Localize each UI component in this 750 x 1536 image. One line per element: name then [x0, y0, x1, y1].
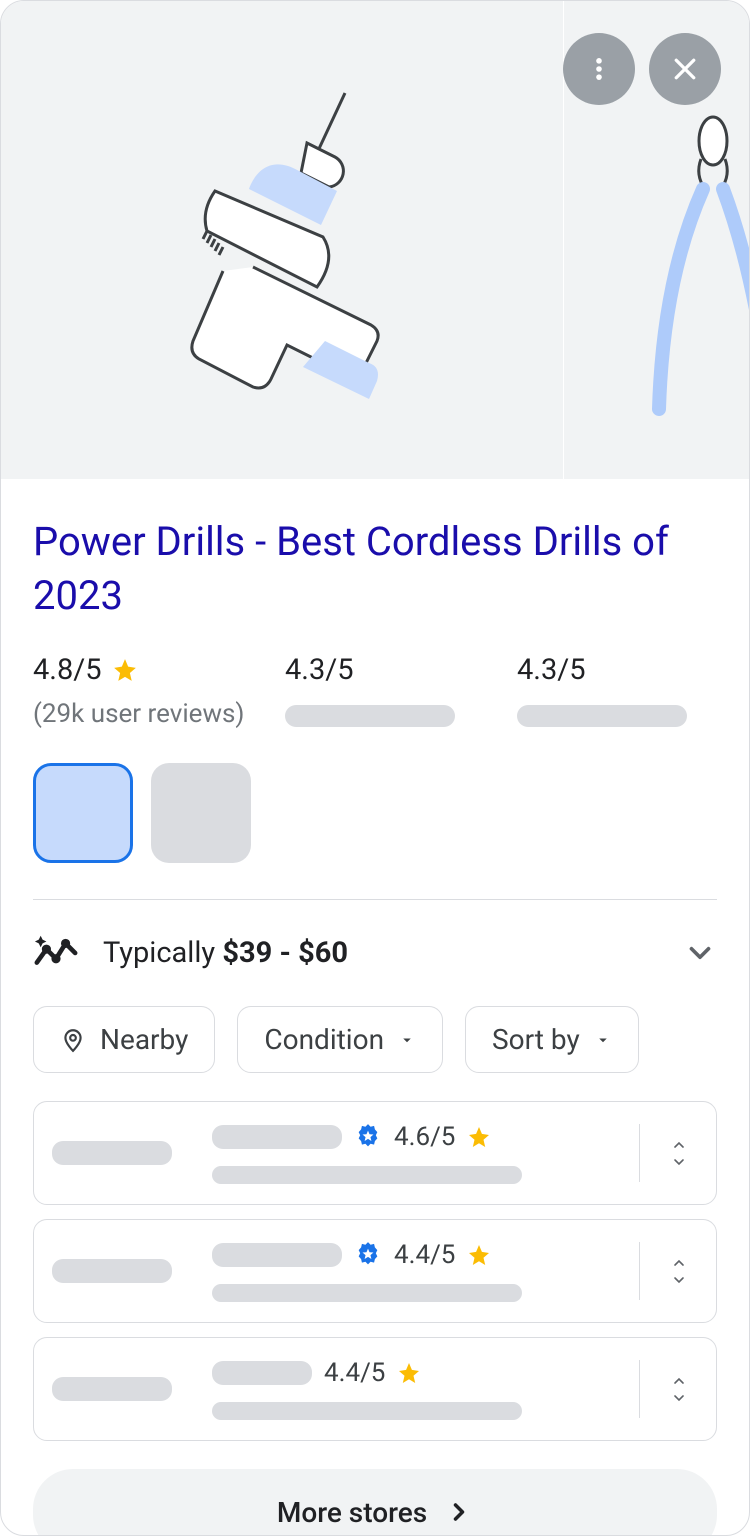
- typical-price-row[interactable]: Typically $39 - $60: [33, 930, 717, 976]
- image-carousel: [1, 1, 749, 479]
- star-icon: [467, 1243, 491, 1267]
- placeholder-bar: [52, 1377, 172, 1401]
- reorder-handle[interactable]: [660, 1373, 698, 1406]
- typical-price-text: Typically $39 - $60: [103, 936, 659, 970]
- rating-tertiary[interactable]: 4.3/5: [485, 649, 717, 731]
- chevron-up-icon: [666, 1255, 692, 1271]
- placeholder-bar: [285, 705, 455, 727]
- verified-badge-icon: [354, 1241, 382, 1269]
- store-row[interactable]: 4.6/5: [33, 1101, 717, 1205]
- placeholder-bar: [212, 1284, 522, 1302]
- placeholder-bar: [212, 1125, 342, 1149]
- chevron-down-icon: [666, 1272, 692, 1288]
- star-icon: [467, 1125, 491, 1149]
- chevron-down-icon: [683, 936, 717, 970]
- swatch-grey[interactable]: [151, 763, 251, 863]
- chevron-up-icon: [666, 1373, 692, 1389]
- divider: [639, 1124, 640, 1182]
- store-rating: 4.4/5: [324, 1358, 385, 1388]
- chevron-down-icon: [666, 1154, 692, 1170]
- reorder-handle[interactable]: [660, 1137, 698, 1170]
- chip-label: Sort by: [492, 1023, 580, 1056]
- more-vert-icon: [585, 55, 613, 83]
- store-list: 4.6/5 4.4/5: [33, 1101, 717, 1441]
- drill-icon: [149, 81, 409, 411]
- swatch-blue[interactable]: [33, 763, 133, 863]
- chip-label: Condition: [264, 1023, 384, 1056]
- product-panel: Power Drills - Best Cordless Drills of 2…: [0, 0, 750, 1536]
- chevron-right-icon: [445, 1498, 473, 1526]
- chip-nearby[interactable]: Nearby: [33, 1006, 215, 1073]
- filter-chips: Nearby Condition Sort by: [33, 1006, 717, 1073]
- ratings-row: 4.8/5 (29k user reviews) 4.3/5 4.3/5: [33, 649, 717, 733]
- more-stores-button[interactable]: More stores: [33, 1469, 717, 1536]
- caret-down-icon: [398, 1031, 416, 1049]
- chevron-up-icon: [666, 1137, 692, 1153]
- placeholder-bar: [212, 1166, 522, 1184]
- more-stores-label: More stores: [277, 1496, 427, 1529]
- pin-icon: [60, 1027, 86, 1053]
- verified-badge-icon: [354, 1123, 382, 1151]
- close-button[interactable]: [649, 33, 721, 105]
- rating-secondary[interactable]: 4.3/5: [253, 649, 485, 731]
- rating-score: 4.8/5: [33, 653, 102, 687]
- rating-score: 4.3/5: [285, 653, 354, 687]
- store-row[interactable]: 4.4/5: [33, 1337, 717, 1441]
- variant-swatches: [33, 763, 717, 863]
- star-icon: [397, 1361, 421, 1385]
- sparkle-trend-icon: [33, 930, 79, 976]
- pliers-icon: [629, 111, 750, 441]
- divider: [33, 899, 717, 900]
- more-options-button[interactable]: [563, 33, 635, 105]
- placeholder-bar: [52, 1141, 172, 1165]
- placeholder-bar: [52, 1259, 172, 1283]
- placeholder-bar: [212, 1402, 522, 1420]
- placeholder-bar: [517, 705, 687, 727]
- placeholder-bar: [212, 1361, 312, 1385]
- chevron-down-icon: [666, 1390, 692, 1406]
- store-rating: 4.4/5: [394, 1240, 455, 1270]
- chip-sort[interactable]: Sort by: [465, 1006, 639, 1073]
- rating-reviews: (29k user reviews): [33, 699, 253, 729]
- divider: [639, 1242, 640, 1300]
- rating-score: 4.3/5: [517, 653, 586, 687]
- placeholder-bar: [212, 1243, 342, 1267]
- caret-down-icon: [594, 1031, 612, 1049]
- chip-condition[interactable]: Condition: [237, 1006, 443, 1073]
- chip-label: Nearby: [100, 1023, 188, 1056]
- store-rating: 4.6/5: [394, 1122, 455, 1152]
- divider: [639, 1360, 640, 1418]
- product-title[interactable]: Power Drills - Best Cordless Drills of 2…: [33, 479, 717, 631]
- rating-primary[interactable]: 4.8/5 (29k user reviews): [33, 649, 253, 733]
- image-thumb-main[interactable]: [1, 1, 564, 479]
- reorder-handle[interactable]: [660, 1255, 698, 1288]
- store-row[interactable]: 4.4/5: [33, 1219, 717, 1323]
- close-icon: [670, 54, 700, 84]
- star-icon: [112, 657, 138, 683]
